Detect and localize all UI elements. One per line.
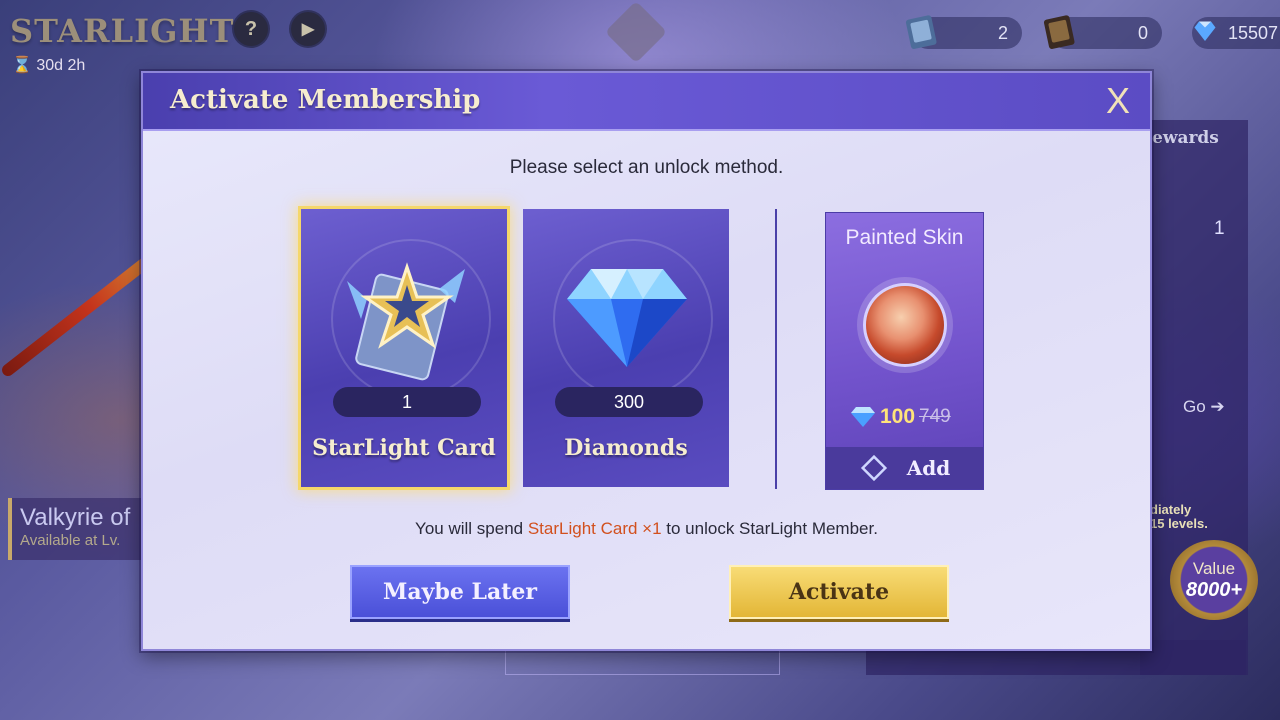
option-starlight-card[interactable]: 1 StarLight Card: [301, 209, 507, 487]
side-event-subtitle: Available at Lv.: [20, 532, 121, 549]
season-timer: ⌛ 30d 2h: [12, 57, 86, 74]
value-amount: 8000+: [1185, 578, 1243, 601]
right-info-line-1: diately: [1150, 502, 1192, 517]
diamond-icon: [851, 407, 875, 427]
diamond-count: 15507: [1227, 22, 1278, 43]
go-button[interactable]: Go ➔: [1183, 397, 1225, 417]
spend-suffix: to unlock StarLight Member.: [661, 519, 878, 538]
skin-price-original: 749: [919, 406, 951, 427]
right-info-text: diately 15 levels.: [1150, 503, 1208, 531]
diamond-icon: [567, 269, 687, 367]
page-title: STARLIGHT: [10, 12, 235, 50]
dialog-title: Activate Membership: [170, 85, 481, 115]
diamonds-qty: 300: [555, 387, 703, 417]
option-diamonds[interactable]: 300 Diamonds: [523, 209, 729, 487]
help-button[interactable]: ?: [234, 12, 268, 46]
starlight-card-qty: 1: [333, 387, 481, 417]
resource-diamonds[interactable]: 15507: [1192, 17, 1280, 49]
spend-summary: You will spend StarLight Card ×1 to unlo…: [143, 519, 1150, 539]
skin-add-button[interactable]: Add: [826, 447, 983, 489]
question-icon: ?: [244, 17, 258, 40]
maybe-later-button[interactable]: Maybe Later: [350, 565, 570, 619]
rewards-label: ewards: [1152, 128, 1219, 148]
dialog-header: Activate Membership X: [143, 73, 1150, 131]
side-event-title: Valkyrie of: [20, 504, 131, 531]
unlock-method-prompt: Please select an unlock method.: [509, 157, 784, 178]
painted-skin-card[interactable]: Painted Skin 100 749 Add: [825, 212, 984, 490]
arrow-right-icon: ➔: [1210, 397, 1225, 416]
resource-ticket[interactable]: 2: [905, 15, 1022, 50]
side-event-card[interactable]: Valkyrie of Available at Lv.: [8, 498, 148, 560]
activate-button[interactable]: Activate: [729, 565, 949, 619]
starlight-card-icon: [347, 262, 465, 381]
skin-price-now: 100: [880, 405, 916, 428]
ticket-icon: [905, 15, 937, 50]
reward-count: 1: [1214, 218, 1225, 239]
starlight-card-label: StarLight Card: [312, 435, 496, 461]
right-info-line-2: 15 levels.: [1150, 516, 1208, 531]
spend-prefix: You will spend: [415, 519, 528, 538]
go-label: Go: [1183, 397, 1206, 416]
activate-membership-dialog: Activate Membership X Please select an u…: [141, 71, 1152, 651]
timer-value: 30d 2h: [36, 57, 86, 74]
diamond-icon: [1194, 21, 1216, 41]
skin-add-label: Add: [906, 456, 951, 480]
skin-title: Painted Skin: [845, 226, 964, 249]
value-label: Value: [1192, 558, 1236, 578]
skin-price: 100 749: [850, 405, 951, 429]
dark-ticket-count: 0: [1137, 22, 1148, 43]
play-icon: ▶: [301, 21, 315, 38]
ticket-count: 2: [997, 22, 1008, 43]
skin-portrait-avatar: [863, 283, 947, 367]
diamonds-label: Diamonds: [564, 435, 688, 461]
options-divider: [775, 209, 777, 489]
dark-ticket-icon: [1043, 15, 1075, 50]
spend-highlight: StarLight Card ×1: [527, 519, 662, 538]
close-button[interactable]: X: [1098, 81, 1138, 121]
value-badge: Value 8000+: [1170, 540, 1258, 620]
resource-dark-ticket[interactable]: 0: [1043, 15, 1162, 50]
diamond-outline-icon: [860, 454, 887, 482]
play-button[interactable]: ▶: [291, 12, 325, 46]
